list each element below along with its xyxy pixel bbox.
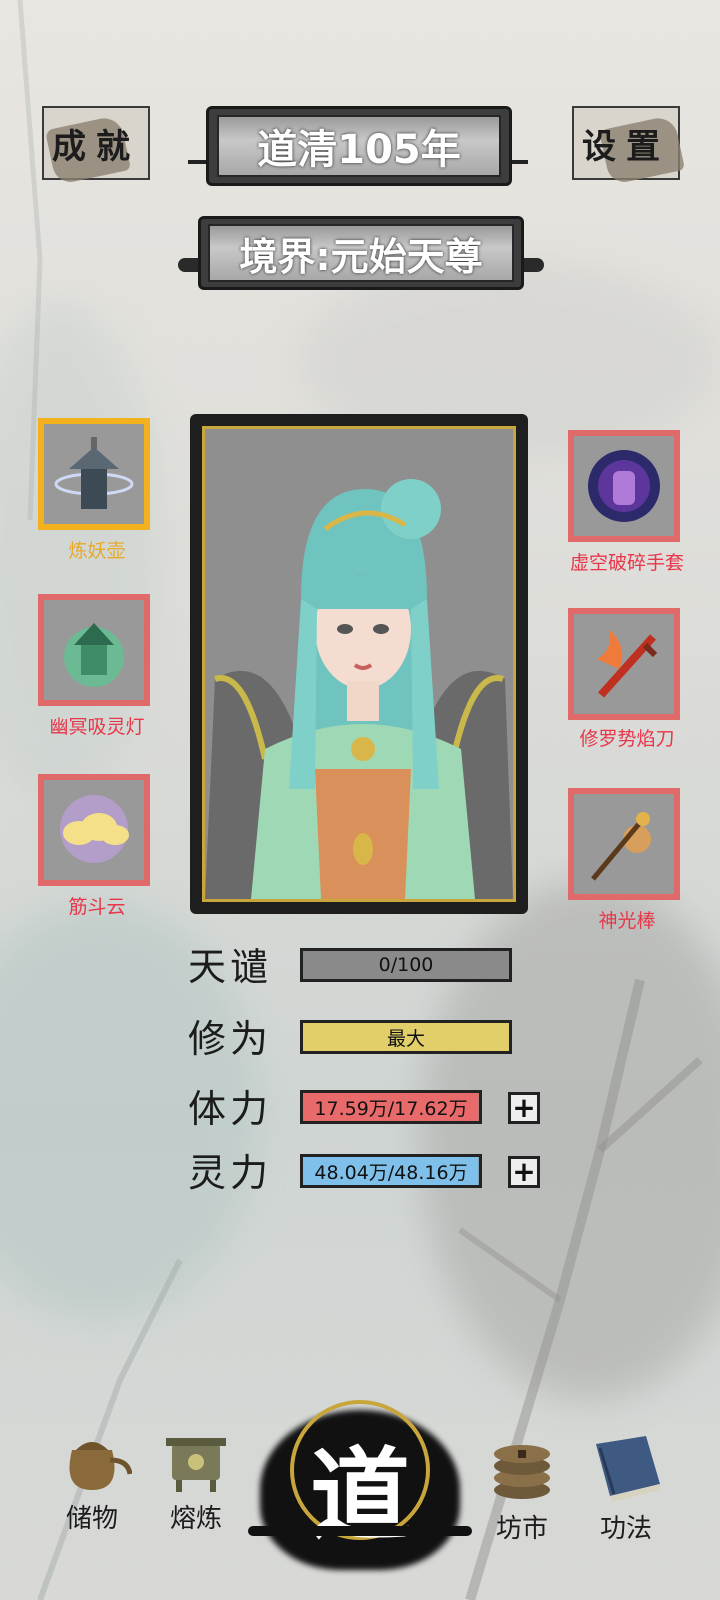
portrait-frame (190, 414, 528, 914)
equip-label-right-3: 神光棒 (598, 910, 656, 932)
stat-value-stamina: 17.59万/17.62万 (314, 1097, 468, 1120)
nav-skills[interactable]: 功法 (576, 1430, 676, 1545)
slot-frame (568, 788, 680, 900)
stat-name-stamina: 体力 (188, 1087, 273, 1131)
nav-smelt[interactable]: 熔炼 (146, 1420, 246, 1535)
equip-slot-left-3[interactable] (38, 774, 150, 886)
flame-sword-icon (597, 629, 658, 698)
stat-bar-cultivation: 最大 (300, 1020, 512, 1054)
realm-banner: 境界:元始天尊 (198, 216, 524, 290)
year-banner: 道清105年 (206, 106, 512, 186)
equip-label-left-1: 炼妖壶 (68, 540, 126, 562)
pagoda-lantern-icon (54, 437, 134, 509)
stat-value-cultivation: 最大 (386, 1027, 425, 1050)
staff-icon (591, 812, 651, 881)
equip-label-right-1: 虚空破碎手套 (569, 552, 684, 574)
settings-button[interactable]: 设置 (572, 106, 685, 186)
cauldron-icon (166, 1438, 226, 1492)
bottom-nav: 储物 熔炼 道 坊市 功法 (0, 1390, 720, 1600)
dao-underline (248, 1526, 472, 1536)
nav-storage[interactable]: 储物 (42, 1420, 142, 1535)
stat-name-tianqian: 天谴 (188, 945, 273, 989)
stat-value-mana: 48.04万/48.16万 (314, 1161, 468, 1184)
nav-market[interactable]: 坊市 (472, 1430, 572, 1545)
slot-frame (38, 774, 150, 886)
stat-name-mana: 灵力 (188, 1151, 273, 1195)
equip-slot-right-2[interactable] (568, 608, 680, 720)
equip-label-left-2: 幽冥吸灵灯 (49, 716, 145, 738)
dao-label: 道 (310, 1436, 410, 1554)
stat-bar-mana: 48.04万/48.16万 (300, 1154, 482, 1188)
stamina-plus-button[interactable]: + (508, 1092, 540, 1124)
nav-smelt-label: 熔炼 (169, 1504, 222, 1534)
pouch-icon (69, 1442, 133, 1490)
settings-label: 设置 (582, 126, 670, 167)
stat-value-tianqian: 0/100 (378, 954, 434, 976)
nav-skills-label: 功法 (599, 1514, 652, 1544)
slot-frame (38, 594, 150, 706)
equip-label-left-3: 筋斗云 (68, 896, 126, 918)
slot-frame (568, 608, 680, 720)
void-gauntlet-icon (588, 450, 660, 522)
equip-slot-right-3[interactable] (568, 788, 680, 900)
nav-market-label: 坊市 (495, 1514, 548, 1544)
cloud-icon (60, 795, 129, 863)
nav-storage-label: 储物 (65, 1504, 118, 1534)
equip-slot-left-2[interactable] (38, 594, 150, 706)
realm-label: 境界:元始天尊 (208, 224, 514, 282)
achievements-label: 成就 (52, 126, 140, 167)
coins-icon (494, 1445, 550, 1499)
character-portrait[interactable] (202, 426, 516, 902)
book-icon (596, 1436, 660, 1502)
slot-frame (568, 430, 680, 542)
equip-slot-right-1[interactable] (568, 430, 680, 542)
character-illustration (205, 479, 513, 899)
green-lantern-icon (64, 623, 124, 687)
mana-plus-button[interactable]: + (508, 1156, 540, 1188)
equip-label-right-2: 修罗势焰刀 (579, 728, 675, 750)
achievements-button[interactable]: 成就 (42, 106, 150, 186)
stat-name-cultivation: 修为 (188, 1017, 273, 1061)
year-label: 道清105年 (217, 115, 501, 177)
stat-bar-tianqian: 0/100 (300, 948, 512, 982)
equip-slot-left-1[interactable] (38, 418, 150, 530)
stat-bar-stamina: 17.59万/17.62万 (300, 1090, 482, 1124)
slot-frame (38, 418, 150, 530)
nav-dao[interactable]: 道 (248, 1390, 472, 1590)
